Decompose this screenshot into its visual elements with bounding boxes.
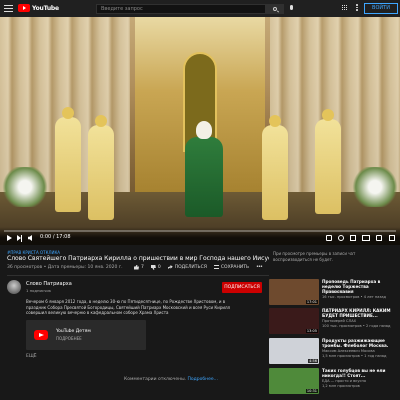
share-label: ПОДЕЛИТЬСЯ [174, 264, 207, 270]
video-description: Вечером 6 января 2012 года, в неделю 30-… [26, 299, 231, 316]
more-actions-icon[interactable]: ••• [256, 264, 263, 270]
recommendation-title: Таких голубцов вы не ели никогда!! Стоят… [322, 368, 386, 378]
youtube-logo[interactable]: YouTube [18, 4, 59, 12]
theater-mode-icon[interactable] [362, 235, 370, 241]
video-figure [88, 115, 114, 220]
subscriber-count: 1 подписчик [26, 288, 52, 293]
sign-in-button[interactable]: ВОЙТИ [364, 3, 398, 14]
dislike-button[interactable]: 0 [151, 264, 161, 270]
recommendation-channel: МЕТАНОЙЯ [322, 290, 343, 294]
recommendation-meta: 1,5 млн просмотров • 1 год назад [322, 354, 387, 358]
video-meta: 36 просмотров • Дата премьеры: 10 янв. 2… [7, 265, 123, 270]
subscribe-button[interactable]: ПОДПИСАТЬСЯ [222, 282, 262, 293]
logo-text: YouTube [32, 4, 59, 12]
channel-avatar[interactable] [7, 280, 21, 294]
youtube-kids-logo-icon [34, 330, 48, 340]
like-count: 7 [141, 264, 144, 270]
save-playlist-icon [213, 265, 219, 269]
top-bar: YouTube Введите запрос ВОЙТИ [0, 0, 400, 17]
comments-disabled-notice: Комментарии отключены. Подробнее... [124, 377, 218, 382]
miniplayer-icon[interactable] [350, 235, 356, 241]
thumbs-up-icon [134, 264, 139, 270]
search-icon [273, 7, 277, 11]
recommendation-item[interactable]: 17:01 Проповедь Патриарха в неделю Торже… [269, 279, 397, 305]
recommendation-meta: 1,2 млн просмотров [322, 384, 360, 388]
video-figure-patriarch [185, 121, 223, 217]
video-flowers [350, 167, 400, 207]
recommendation-meta: 16 тыс. просмотров • 4 лет назад [322, 295, 387, 299]
next-icon[interactable] [17, 234, 22, 242]
show-more-link[interactable]: ЕЩЁ [26, 354, 37, 359]
video-actions: 7 0 ПОДЕЛИТЬСЯ СОХРАНИТЬ ••• [134, 264, 269, 270]
dislike-count: 0 [157, 264, 161, 270]
recommendation-thumbnail: 17:01 [269, 279, 319, 305]
recommendation-item[interactable]: 4:56 Продукты разжижающие тромбы. Флебол… [269, 338, 397, 364]
settings-gear-icon[interactable] [338, 235, 344, 241]
channel-name[interactable]: Слово Патриарха [26, 281, 72, 287]
share-button[interactable]: ПОДЕЛИТЬСЯ [167, 264, 207, 270]
recommendation-thumbnail: 4:56 [269, 338, 319, 364]
video-figure [55, 107, 81, 212]
recommendation-item[interactable]: 10:31 Таких голубцов вы не ели никогда!!… [269, 368, 397, 394]
promo-title: YouTube Детям [56, 329, 91, 334]
time-display: 0:00 / 17:08 [40, 234, 71, 240]
recommendation-title: Продукты разжижающие тромбы. Флеболог Мо… [322, 338, 389, 348]
comments-more-link[interactable]: Подробнее... [188, 377, 218, 382]
recommendation-meta: 100 тыс. просмотров • 2 года назад [322, 324, 391, 328]
microphone-icon[interactable] [290, 5, 293, 10]
apps-grid-icon[interactable] [342, 5, 348, 11]
video-player[interactable] [0, 17, 400, 245]
promo-more-link[interactable]: ПОДРОБНЕЕ [56, 336, 82, 341]
duration-badge: 4:56 [308, 359, 318, 363]
search-button[interactable] [266, 4, 284, 14]
youtube-play-icon [18, 4, 30, 12]
recommendation-title: ПАТРИАРХ КИРИЛЛ: КАКИМ БУДЕТ ПРИШЕСТВИЕ.… [322, 308, 391, 318]
play-icon[interactable] [7, 235, 12, 241]
divider [7, 275, 269, 276]
recommendation-channel: Максим Алексеевич Москва [322, 349, 375, 353]
fullscreen-icon[interactable] [389, 235, 395, 241]
recommendation-item[interactable]: 13:05 ПАТРИАРХ КИРИЛЛ: КАКИМ БУДЕТ ПРИШЕ… [269, 308, 397, 334]
recommendation-thumbnail: 10:31 [269, 368, 319, 394]
share-icon [167, 265, 173, 269]
video-title: Слово Святейшего Патриарха Кирилла о при… [7, 255, 269, 262]
subtitles-icon[interactable] [326, 235, 332, 241]
search-input[interactable]: Введите запрос [96, 4, 266, 14]
hamburger-menu-icon[interactable] [4, 5, 13, 12]
thumbs-down-icon [151, 265, 156, 270]
video-figure [315, 109, 341, 214]
recommendation-channel: Протоиерей СЛАХ [322, 319, 357, 323]
save-label: СОХРАНИТЬ [220, 264, 250, 270]
duration-badge: 10:31 [305, 389, 318, 393]
comments-disabled-text: Комментарии отключены. [124, 377, 187, 382]
progress-bar[interactable] [4, 230, 396, 232]
chat-replay-note: При просмотре премьеры в записи чат восп… [273, 251, 356, 262]
duration-badge: 13:05 [305, 329, 318, 333]
cast-icon[interactable] [376, 235, 382, 241]
video-figure [262, 115, 288, 220]
recommendation-thumbnail: 13:05 [269, 308, 319, 334]
duration-badge: 17:01 [305, 300, 318, 304]
youtube-kids-promo[interactable]: YouTube Детям ПОДРОБНЕЕ [26, 320, 146, 350]
like-button[interactable]: 7 [134, 264, 144, 270]
save-button[interactable]: СОХРАНИТЬ [213, 264, 250, 270]
recommendation-channel: ЕДА — просто и вкусно [322, 379, 367, 383]
more-options-icon[interactable] [356, 4, 358, 12]
video-flowers [0, 167, 50, 207]
